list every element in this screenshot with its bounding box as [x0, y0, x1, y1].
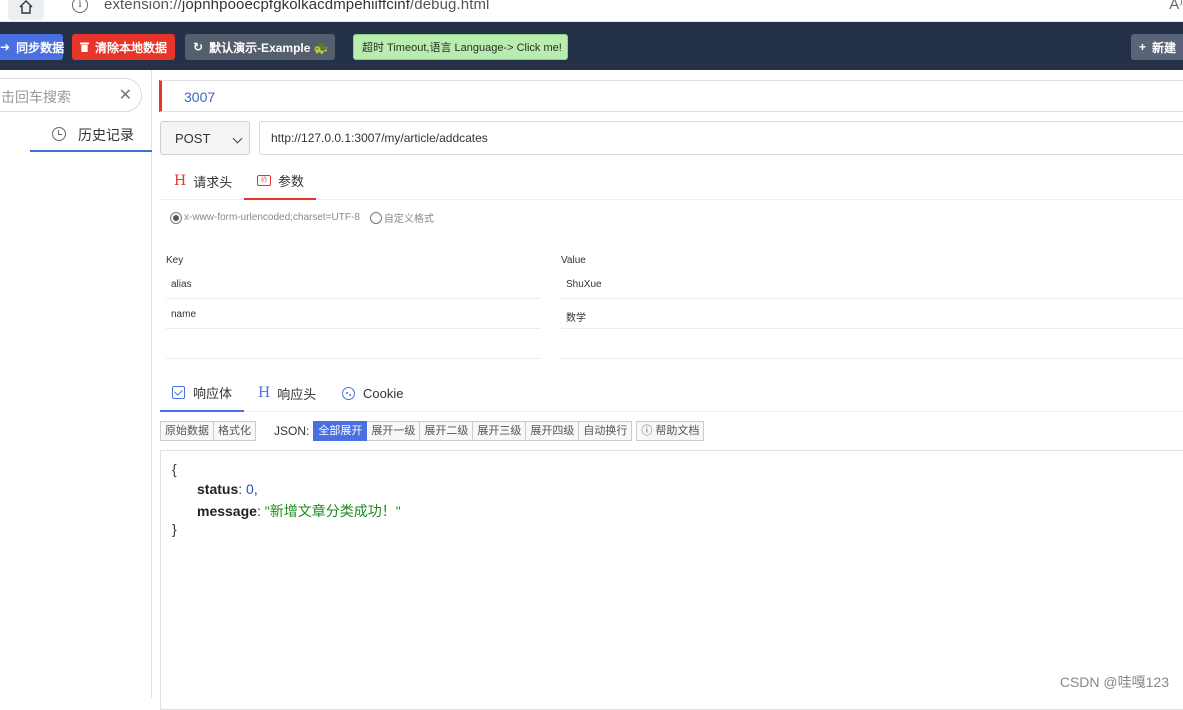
format-button[interactable]: 格式化 [214, 421, 256, 441]
trash-icon [80, 42, 89, 52]
response-body-panel: { status: 0, message: "新增文章分类成功！" } [160, 450, 1183, 710]
method-select[interactable]: POST [160, 121, 250, 155]
clock-icon [52, 127, 66, 141]
new-request-button[interactable]: + 新建 [1131, 34, 1183, 60]
refresh-icon: ↻ [193, 40, 204, 54]
radio-urlencoded[interactable] [170, 211, 182, 224]
help-docs-button[interactable]: ⓘ 帮助文档 [636, 421, 705, 441]
demo-example-button[interactable]: ↻ 默认演示-Example 🐢 [185, 34, 335, 60]
json-key: status [197, 481, 239, 497]
chevron-down-icon [232, 133, 243, 144]
json-string-value: "新增文章分类成功！" [264, 503, 401, 519]
params-value-header: Value [561, 255, 586, 266]
json-number-value: 0 [246, 481, 254, 497]
main-panel: 3007 POST http://127.0.0.1:3007/my/artic… [152, 70, 1183, 710]
search-placeholder: 击回车搜索 [1, 89, 71, 105]
search-input[interactable]: 击回车搜索 ✕ [0, 78, 142, 112]
expand-level-1-button[interactable]: 展开一级 [367, 421, 421, 441]
request-name-field[interactable]: 3007 [159, 80, 1183, 112]
header-h-icon: H [258, 385, 271, 401]
home-button[interactable] [8, 0, 44, 20]
word-wrap-button[interactable]: 自动换行 [579, 421, 633, 441]
request-tabs: H 请求头 {/} 参数 [160, 162, 1183, 200]
expand-level-2-button[interactable]: 展开二级 [420, 421, 474, 441]
csdn-watermark: CSDN @哇嘎123 [1059, 674, 1169, 690]
help-icon: ⓘ [641, 425, 653, 437]
tab-cookie[interactable]: Cookie [342, 374, 403, 412]
address-url[interactable]: extension://jopnhpooecpfgkolkacdmpehiiff… [104, 0, 489, 13]
json-close-brace: } [172, 521, 177, 537]
param-key-input-empty[interactable] [166, 329, 541, 359]
json-open-brace: { [172, 461, 177, 477]
expand-level-4-button[interactable]: 展开四级 [526, 421, 580, 441]
sync-data-button[interactable]: ➜ 同步数据 [0, 34, 64, 60]
browser-address-bar: i extension://jopnhpooecpfgkolkacdmpehii… [0, 0, 1183, 22]
json-status-line: status: 0, [197, 481, 258, 497]
tab-response-headers[interactable]: H 响应头 [258, 374, 316, 412]
tab-request-headers[interactable]: H 请求头 [174, 162, 232, 200]
history-label: 历史记录 [78, 127, 134, 143]
header-h-icon: H [174, 173, 187, 189]
expand-level-3-button[interactable]: 展开三级 [473, 421, 527, 441]
params-key-header: Key [166, 255, 184, 266]
params-icon: {/} [257, 174, 271, 186]
cookie-icon [342, 386, 355, 400]
sidebar: 击回车搜索 ✕ 历史记录 [0, 70, 152, 698]
json-label: JSON: [274, 424, 310, 438]
reader-mode-icon[interactable]: A⁾ [1169, 0, 1183, 13]
param-key-input[interactable]: name [166, 299, 541, 329]
param-value-input[interactable]: ShuXue [561, 269, 1183, 299]
json-message-line: message: "新增文章分类成功！" [197, 503, 401, 519]
response-tabs: 响应体 H 响应头 Cookie [160, 374, 1183, 412]
tab-params[interactable]: {/} 参数 [244, 162, 316, 200]
expand-all-button[interactable]: 全部展开 [313, 421, 368, 441]
site-info-icon[interactable]: i [72, 0, 88, 13]
home-icon [19, 0, 33, 14]
json-key: message [197, 503, 257, 519]
checkbox-icon [172, 385, 185, 399]
raw-data-button[interactable]: 原始数据 [160, 421, 214, 441]
encoding-options: x-www-form-urlencoded;charset=UTF-8 自定义格… [170, 210, 434, 225]
param-value-input-empty[interactable] [561, 329, 1183, 359]
plus-icon: + [1139, 40, 1147, 54]
param-key-input[interactable]: alias [166, 269, 541, 299]
json-view-toolbar: 原始数据 格式化 JSON: 全部展开 展开一级 展开二级 展开三级 展开四级 … [160, 420, 705, 442]
param-value-input[interactable]: 数学 [561, 299, 1183, 329]
tab-history[interactable]: 历史记录 [30, 118, 152, 152]
clear-search-icon[interactable]: ✕ [119, 85, 132, 105]
timeout-language-button[interactable]: 超时 Timeout,语言 Language-> Click me! [353, 34, 568, 60]
radio-custom[interactable] [369, 211, 382, 224]
tab-response-body[interactable]: 响应体 [160, 374, 244, 412]
top-toolbar: ➜ 同步数据 清除本地数据 ↻ 默认演示-Example 🐢 超时 Timeout,… [0, 22, 1183, 70]
sync-icon: ➜ [0, 40, 11, 54]
request-url-input[interactable]: http://127.0.0.1:3007/my/article/addcate… [259, 121, 1183, 155]
clear-local-data-button[interactable]: 清除本地数据 [72, 34, 175, 60]
